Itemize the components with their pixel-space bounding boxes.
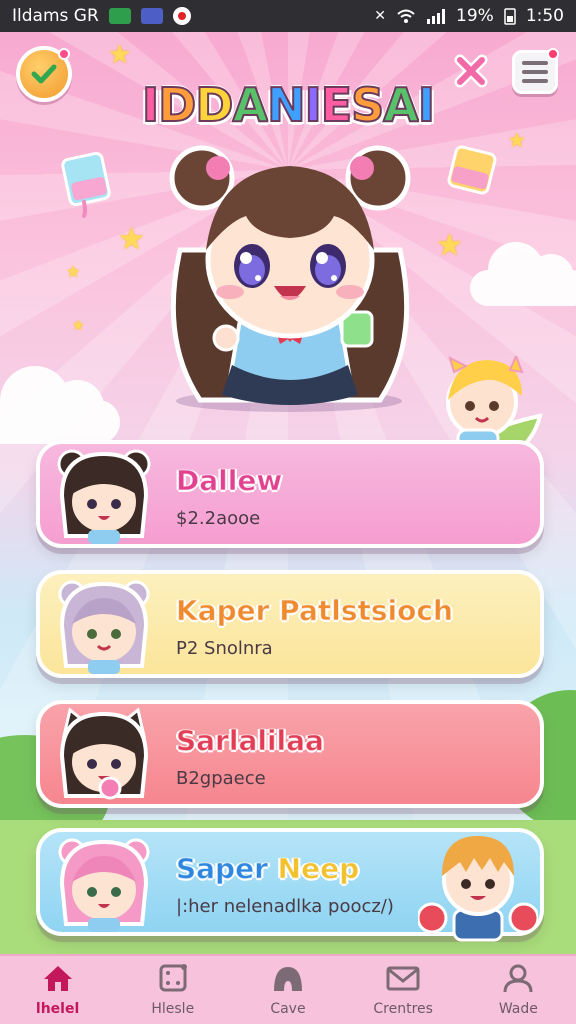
- card-title: Dallew: [175, 464, 283, 498]
- app-icon: [140, 8, 163, 24]
- nav-label: Hlesle: [151, 1001, 195, 1017]
- nav-label: lhelel: [35, 1001, 80, 1017]
- mail-icon: [385, 963, 421, 997]
- wifi-icon: [397, 9, 415, 23]
- character-avatar: [54, 706, 154, 806]
- menu-icon-bar: [522, 70, 548, 74]
- logo-letter: E: [320, 77, 353, 133]
- nav-item-mail[interactable]: Crentres: [353, 963, 453, 1017]
- notification-dot: [547, 48, 559, 60]
- battery-icon: [504, 8, 516, 25]
- logo-letter: A: [382, 77, 420, 133]
- character-avatar: [54, 834, 154, 934]
- card-title: Saper Neep: [176, 852, 360, 886]
- card-subtitle: |:her nelenadlka poocz/): [176, 896, 394, 917]
- menu-button[interactable]: [512, 48, 559, 94]
- card-title: Sarlalilaa: [176, 724, 325, 758]
- character-card[interactable]: Sarlalilaa B2gpaece: [36, 700, 544, 808]
- logo-letter: D: [157, 77, 197, 133]
- battery-percent: 19%: [456, 6, 494, 26]
- nav-label: Crentres: [373, 1001, 433, 1017]
- cloud: [470, 242, 576, 306]
- logo-letter: I: [304, 77, 323, 133]
- check-badge-button[interactable]: [16, 46, 72, 102]
- star-icon: ★: [436, 228, 463, 263]
- card-title: Kaper Patlstsioch: [176, 594, 454, 628]
- mail-icon: [108, 8, 131, 24]
- card-subtitle: B2gpaece: [176, 768, 266, 789]
- character-avatar: [54, 576, 154, 676]
- logo-letter: N: [266, 77, 306, 133]
- logo-letter: I: [417, 77, 436, 133]
- character-card[interactable]: Dallew $2.2aooe: [36, 440, 544, 548]
- star-icon: ★: [108, 40, 132, 70]
- home-icon: [40, 963, 76, 997]
- card-subtitle: $2.2aooe: [176, 508, 261, 529]
- status-left-text: Ildams GR: [12, 6, 99, 26]
- cloud: [0, 366, 120, 444]
- nav-label: Wade: [498, 1001, 538, 1017]
- boy-character: [416, 832, 540, 942]
- menu-icon-bar: [522, 79, 548, 83]
- menu-icon: [522, 61, 548, 65]
- status-bar: Ildams GR ✕ 19% 1:50: [0, 0, 576, 32]
- logo-letter: S: [350, 77, 385, 133]
- signal-icon: [427, 9, 446, 24]
- logo-letter: A: [231, 77, 269, 133]
- character-avatar: [54, 446, 154, 546]
- user-icon: [500, 963, 536, 997]
- bottom-nav: lhelel Hlesle Cave Crentres Wade: [0, 954, 576, 1024]
- star-icon: ★: [508, 128, 526, 152]
- nav-item-user[interactable]: Wade: [468, 963, 568, 1017]
- dice-icon: [155, 963, 191, 997]
- card-subtitle: P2 Snolnra: [176, 638, 273, 659]
- notification-dot: [58, 48, 70, 60]
- candy-cube-icon: [61, 151, 111, 218]
- nav-item-home[interactable]: lhelel: [8, 963, 108, 1017]
- mute-icon: ✕: [374, 8, 387, 24]
- star-icon: ★: [66, 262, 81, 281]
- logo-letter: I: [141, 77, 160, 133]
- nav-label: Cave: [270, 1001, 306, 1017]
- close-button[interactable]: [452, 52, 490, 90]
- close-icon: [454, 54, 488, 88]
- hero-character: [169, 145, 411, 405]
- check-badge-icon: [31, 64, 57, 84]
- record-icon: [172, 7, 191, 25]
- app-logo: IDDANIESAI: [128, 70, 448, 140]
- cave-icon: [270, 963, 306, 997]
- character-card[interactable]: Kaper Patlstsioch P2 Snolnra: [36, 570, 544, 678]
- logo-letter: D: [194, 77, 234, 133]
- nav-item-cave[interactable]: Cave: [238, 963, 338, 1017]
- nav-item-dice[interactable]: Hlesle: [123, 963, 223, 1017]
- status-time: 1:50: [525, 6, 564, 26]
- candy-cube-icon: [447, 145, 497, 195]
- star-icon: ★: [72, 318, 85, 334]
